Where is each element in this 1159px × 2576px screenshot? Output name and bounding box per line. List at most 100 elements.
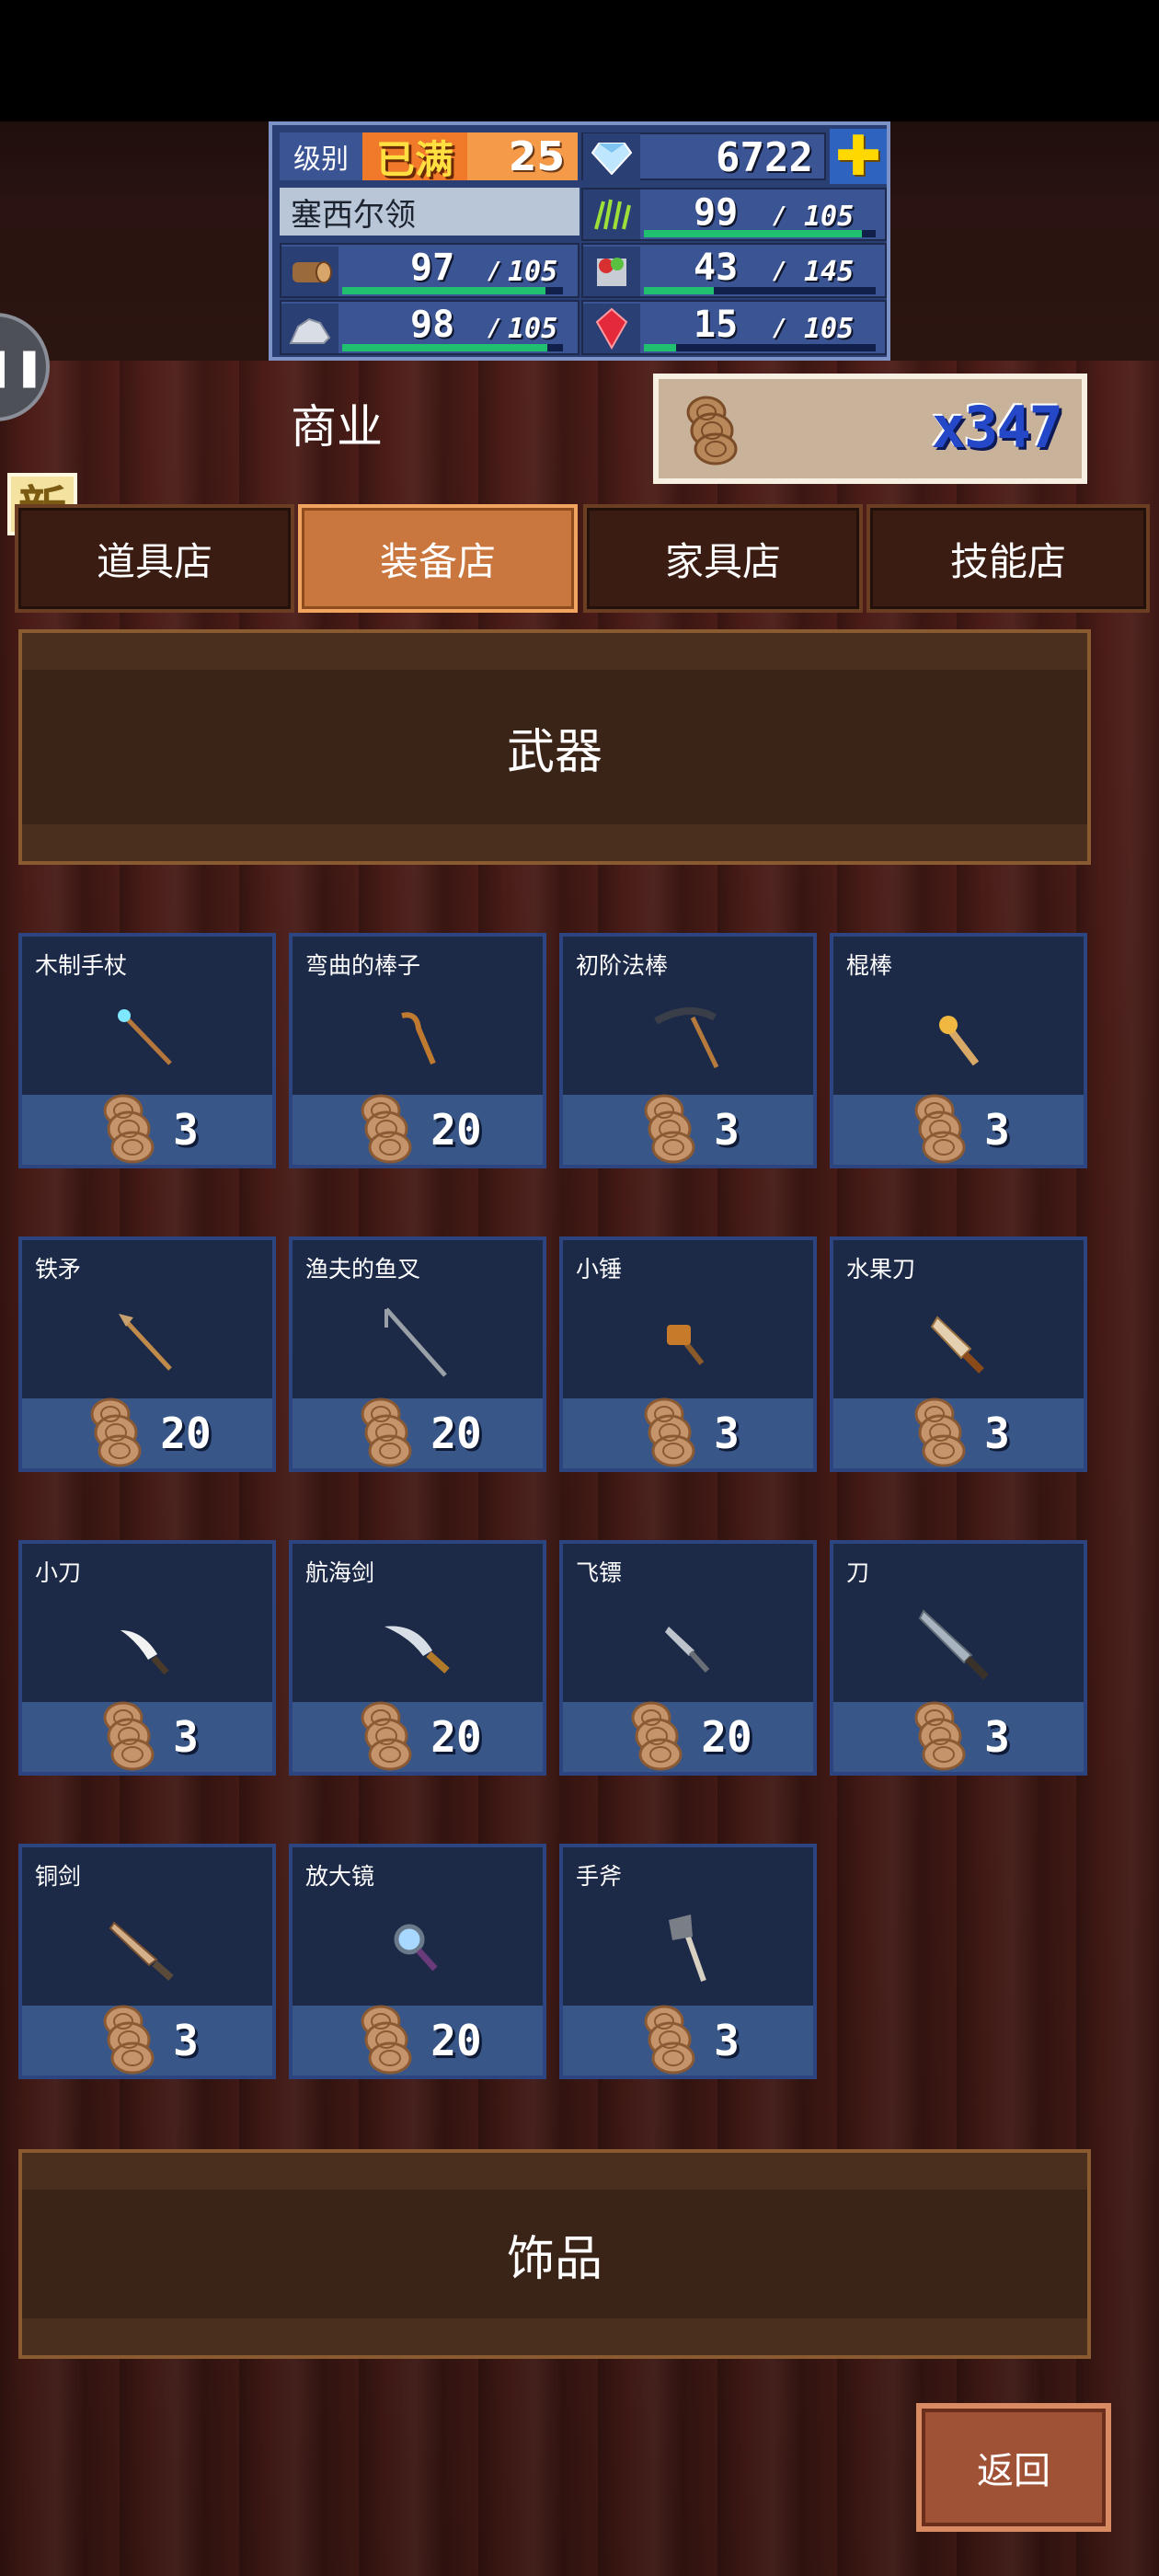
- bronze-sword-icon: [22, 1899, 272, 2000]
- ruby-max: 105: [804, 313, 855, 345]
- spear-icon: [22, 1292, 272, 1393]
- wood-log-icon: [353, 1394, 421, 1473]
- ore-sep: /: [488, 315, 502, 342]
- item-name: 小锤: [576, 1256, 623, 1282]
- item-card[interactable]: 放大镜 20: [289, 1844, 546, 2079]
- item-price-row: 20: [293, 1701, 543, 1772]
- item-card[interactable]: 刀3: [830, 1540, 1087, 1776]
- grass-value: 99: [694, 191, 739, 234]
- add-gems-button[interactable]: ✚: [830, 129, 887, 184]
- back-button-label: 返回: [977, 2450, 1050, 2492]
- item-price: 3: [714, 2016, 740, 2065]
- item-card[interactable]: 木制手杖 3: [18, 933, 276, 1168]
- ruby-sep: /: [773, 315, 787, 342]
- wood-log-icon: [637, 1090, 705, 1169]
- fruit-knife-icon: [833, 1292, 1084, 1393]
- harpoon-icon: [293, 1292, 543, 1393]
- gem-count: 6722: [716, 134, 813, 181]
- wood-log-icon: [907, 1394, 975, 1473]
- wood-log-icon: [353, 1090, 421, 1169]
- magnifier-icon: [293, 1899, 543, 2000]
- item-price: 3: [714, 1409, 740, 1458]
- item-price-row: 3: [833, 1701, 1084, 1772]
- item-price: 20: [701, 1712, 752, 1762]
- ore-max: 105: [508, 313, 558, 345]
- section-accessories[interactable]: 饰品: [18, 2149, 1091, 2359]
- item-card[interactable]: 手斧 3: [559, 1844, 817, 2079]
- item-card[interactable]: 航海剑 20: [289, 1540, 546, 1776]
- level-value: 25: [467, 132, 578, 180]
- item-card[interactable]: 铜剑 3: [18, 1844, 276, 2079]
- wood-currency-count: x347: [931, 394, 1063, 461]
- item-price: 3: [984, 1409, 1010, 1458]
- food-max: 145: [804, 256, 855, 288]
- item-price-row: 3: [833, 1397, 1084, 1468]
- club-icon: [833, 988, 1084, 1089]
- blade-icon: [833, 1595, 1084, 1696]
- level-max-badge: 已满: [362, 132, 467, 182]
- item-card[interactable]: 小锤 3: [559, 1236, 817, 1472]
- back-button[interactable]: 返回: [916, 2403, 1111, 2532]
- item-name: 手斧: [576, 1863, 623, 1890]
- region-name: 塞西尔领: [280, 188, 580, 236]
- dart-icon: [563, 1595, 813, 1696]
- wood-max: 105: [508, 256, 558, 288]
- item-name: 小刀: [35, 1559, 82, 1586]
- resource-ore: 98 / 105: [280, 300, 580, 355]
- small-knife-icon: [22, 1595, 272, 1696]
- item-card[interactable]: 渔夫的鱼叉 20: [289, 1236, 546, 1472]
- item-card[interactable]: 棍棒 3: [830, 933, 1087, 1168]
- item-price-row: 3: [563, 1397, 813, 1468]
- wood-log-icon: [96, 1697, 164, 1777]
- item-price-row: 20: [563, 1701, 813, 1772]
- ruby-value: 15: [694, 304, 739, 346]
- food-icon: [583, 247, 640, 296]
- tab-item-shop-label: 道具店: [96, 538, 212, 584]
- item-card[interactable]: 飞镖 20: [559, 1540, 817, 1776]
- item-card[interactable]: 小刀 3: [18, 1540, 276, 1776]
- item-price-row: 20: [22, 1397, 272, 1468]
- grass-icon: [583, 190, 640, 239]
- tab-equipment-shop-label: 装备店: [379, 538, 496, 584]
- item-price: 3: [173, 1105, 199, 1155]
- resource-food: 43 / 145: [581, 243, 887, 298]
- ore-bar: [342, 344, 563, 351]
- pause-icon: ❚❚: [0, 346, 45, 388]
- wood-log-icon: [907, 1697, 975, 1777]
- item-card[interactable]: 水果刀 3: [830, 1236, 1087, 1472]
- item-card[interactable]: 铁矛 20: [18, 1236, 276, 1472]
- item-name: 木制手杖: [35, 952, 128, 979]
- tab-skill-shop[interactable]: 技能店: [866, 504, 1150, 613]
- item-price-row: 20: [293, 2005, 543, 2076]
- ruby-icon: [583, 304, 640, 353]
- tab-furniture-shop-label: 家具店: [664, 538, 781, 584]
- status-bar: [0, 0, 1159, 121]
- section-weapons[interactable]: 武器: [18, 629, 1091, 865]
- item-name: 渔夫的鱼叉: [305, 1256, 421, 1282]
- wood-log-icon: [624, 1697, 692, 1777]
- staff-icon: [22, 988, 272, 1089]
- item-name: 铁矛: [35, 1256, 82, 1282]
- gem-icon: [583, 133, 640, 183]
- item-card[interactable]: 初阶法棒 3: [559, 933, 817, 1168]
- wood-log-icon: [907, 1090, 975, 1169]
- tab-equipment-shop[interactable]: 装备店: [298, 504, 578, 613]
- gem-counter: 6722: [581, 132, 826, 183]
- cutlass-icon: [293, 1595, 543, 1696]
- wood-currency-panel: x347: [653, 374, 1087, 484]
- item-card[interactable]: 弯曲的棒子 20: [289, 933, 546, 1168]
- item-price-row: 20: [293, 1094, 543, 1165]
- tab-item-shop[interactable]: 道具店: [15, 504, 294, 613]
- wood-log-icon: [83, 1394, 151, 1473]
- wood-log-icon: [353, 2001, 421, 2080]
- resource-ruby: 15 / 105: [581, 300, 887, 355]
- scythe-icon: [563, 988, 813, 1089]
- item-price-row: 20: [293, 1397, 543, 1468]
- item-name: 刀: [846, 1559, 870, 1586]
- wood-value: 97: [410, 247, 455, 289]
- wood-log-icon: [637, 1394, 705, 1473]
- item-name: 弯曲的棒子: [305, 952, 421, 979]
- item-price: 3: [173, 2016, 199, 2065]
- item-name: 水果刀: [846, 1256, 916, 1282]
- tab-furniture-shop[interactable]: 家具店: [583, 504, 863, 613]
